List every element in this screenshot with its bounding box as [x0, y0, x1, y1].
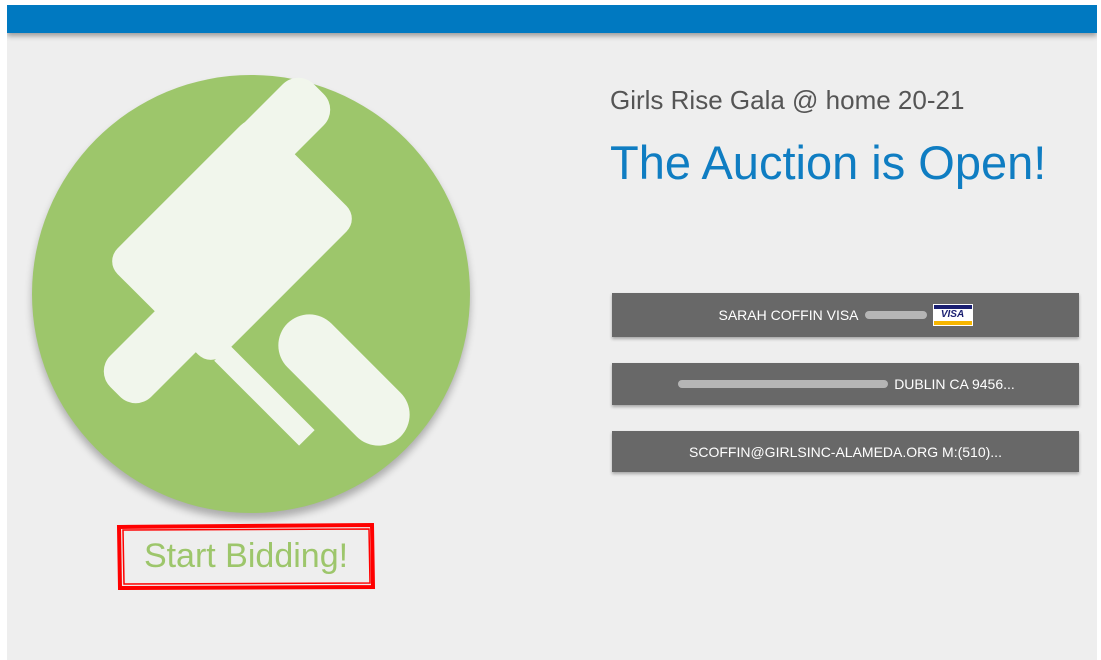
app-screen: Start Bidding! Girls Rise Gala @ home 20… — [7, 5, 1097, 660]
billing-address-button[interactable]: DUBLIN CA 9456... — [612, 363, 1079, 405]
contact-text: SCOFFIN@GIRLSINC-ALAMEDA.ORG M:(510)... — [689, 443, 1002, 460]
payment-card-button[interactable]: SARAH COFFIN VISA VISA — [612, 293, 1079, 337]
start-bidding-link[interactable]: Start Bidding! — [114, 521, 378, 591]
visa-card-icon: VISA — [932, 304, 973, 326]
redacted-card-number — [864, 311, 927, 319]
event-name: Girls Rise Gala @ home 20-21 — [610, 85, 965, 115]
redacted-street-address — [678, 380, 889, 388]
auction-status-heading: The Auction is Open! — [610, 136, 1047, 189]
top-header-bar — [7, 5, 1097, 33]
cardholder-label: SARAH COFFIN VISA — [718, 307, 859, 323]
start-bidding-gavel-button[interactable] — [32, 75, 470, 513]
gavel-icon — [103, 77, 410, 446]
contact-info-button[interactable]: SCOFFIN@GIRLSINC-ALAMEDA.ORG M:(510)... — [612, 431, 1079, 472]
start-bidding-label: Start Bidding! — [143, 536, 349, 575]
address-visible-text: DUBLIN CA 9456... — [894, 376, 1015, 392]
